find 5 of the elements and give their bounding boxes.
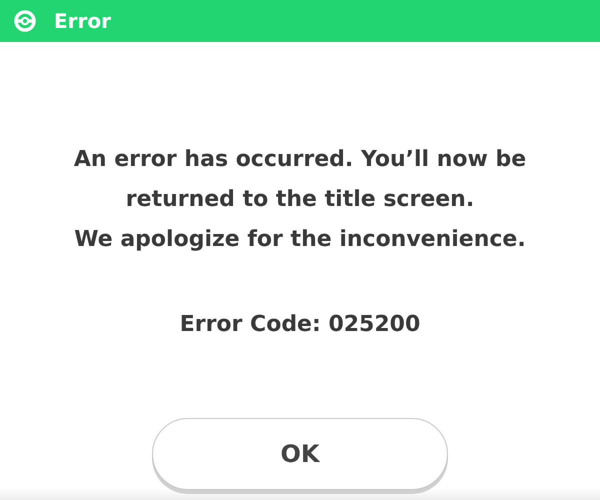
window-title: Error	[54, 9, 111, 33]
ball-icon	[14, 10, 36, 32]
error-message: We apologize for the inconvenience.	[74, 226, 526, 254]
error-message: An error has occurred. You’ll now be returned to the title screen.	[72, 146, 528, 214]
error-code: Error Code: 025200	[180, 311, 420, 339]
